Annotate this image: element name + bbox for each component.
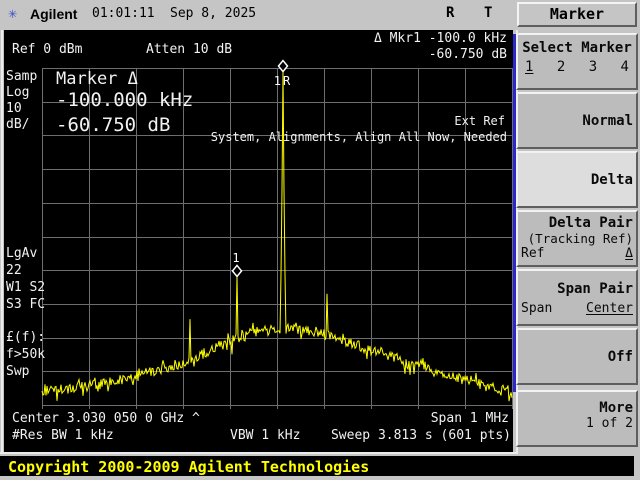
detector-annotation: Samp [6, 69, 38, 84]
date-readout: Sep 8, 2025 [170, 6, 257, 21]
softkey-off-label: Off [607, 348, 633, 365]
softkey-more-page: 1 of 2 [586, 416, 633, 431]
crt-display: 1 1R Ref 0 dBm Atten 10 dB Δ Mkr1 -100.0 … [4, 30, 513, 452]
center-frequency-label: Center 3.030 050 0 GHz ^ [12, 411, 200, 426]
softkey-delta-label: Delta [590, 171, 633, 188]
marker-readout-ampl: -60.750 dB [56, 114, 171, 136]
delta-pair-delta-option: Δ [625, 246, 633, 261]
vbw-label: VBW 1 kHz [230, 428, 301, 443]
delta-marker-ampl: -60.750 dB [428, 47, 507, 62]
softkey-delta[interactable]: Delta [516, 151, 638, 208]
delta-pair-ref-option: Ref [521, 246, 545, 261]
span-label: Span 1 MHz [430, 411, 509, 426]
display-bezel-left [1, 30, 3, 454]
softkey-normal[interactable]: Normal [516, 92, 638, 149]
ref-level-label: Ref 0 dBm [12, 42, 83, 57]
marker-number-row: 1 2 3 4 [521, 59, 633, 75]
scale-type-annotation: Log [6, 85, 30, 100]
spectrum-analyzer-screen: ✳ Agilent 01:01:11 Sep 8, 2025 R T Marke… [0, 0, 640, 480]
menu-title: Marker [517, 2, 637, 27]
scale-unit-annotation: dB/ [6, 117, 30, 132]
delta-marker-freq: Δ Mkr1 -100.0 kHz [373, 31, 507, 46]
atten-label: Atten 10 dB [146, 42, 233, 57]
marker-readout-title: Marker Δ [56, 69, 138, 89]
ext-ref-indicator: Ext Ref [454, 114, 505, 128]
rbw-label: #Res BW 1 kHz [12, 428, 114, 443]
average-type-annotation: LgAv [6, 246, 38, 261]
brand-label: Agilent [30, 6, 78, 22]
alignment-status-message: System, Alignments, Align All Now, Neede… [210, 130, 507, 144]
top-status-bar: ✳ Agilent 01:01:11 Sep 8, 2025 R T [0, 0, 514, 30]
trace-state-annotation-2: S3 FC [6, 297, 46, 312]
copyright-text: Copyright 2000-2009 Agilent Technologies [8, 458, 370, 476]
copyright-bar: Copyright 2000-2009 Agilent Technologies [0, 456, 634, 476]
softkey-delta-pair-label: Delta Pair [548, 215, 633, 231]
marker-number-4[interactable]: 4 [621, 59, 629, 75]
agilent-spark-icon: ✳ [8, 4, 18, 22]
softkey-delta-pair-sublabel: (Tracking Ref) [527, 231, 633, 246]
softkey-more[interactable]: More 1 of 2 [516, 390, 638, 447]
softkey-span-pair[interactable]: Span Pair Span Center [516, 269, 638, 326]
display-bezel-bottom [0, 452, 516, 454]
remote-indicator: R [446, 5, 455, 21]
scale-value-annotation: 10 [6, 101, 22, 116]
clock-readout: 01:01:11 [92, 6, 155, 21]
sweep-type-annotation: Swp [6, 364, 30, 379]
marker-number-3[interactable]: 3 [589, 59, 597, 75]
span-pair-center-option: Center [586, 301, 633, 316]
marker-number-1[interactable]: 1 [525, 59, 533, 75]
trace-state-annotation-1: W1 S2 [6, 280, 46, 295]
span-pair-span-option: Span [521, 301, 553, 316]
softkey-select-marker[interactable]: Select Marker 1 2 3 4 [516, 33, 638, 90]
softkey-delta-pair[interactable]: Delta Pair (Tracking Ref) Ref Δ [516, 210, 638, 267]
softkey-span-pair-label: Span Pair [557, 281, 633, 297]
fft-annotation: £(f): [6, 330, 46, 345]
svg-text:1: 1 [232, 251, 241, 265]
fft-range-annotation: f>50k [6, 347, 46, 362]
marker-number-2[interactable]: 2 [557, 59, 565, 75]
softkey-normal-label: Normal [582, 112, 633, 129]
sweep-time-label: Sweep 3.813 s (601 pts) [330, 428, 511, 443]
svg-text:1R: 1R [274, 74, 292, 88]
softkey-off[interactable]: Off [516, 328, 638, 385]
softkey-select-marker-label: Select Marker [522, 40, 632, 56]
marker-readout-freq: -100.000 kHz [56, 89, 194, 111]
softkey-more-label: More [599, 400, 633, 416]
talk-indicator: T [484, 5, 493, 21]
average-count-annotation: 22 [6, 263, 22, 278]
